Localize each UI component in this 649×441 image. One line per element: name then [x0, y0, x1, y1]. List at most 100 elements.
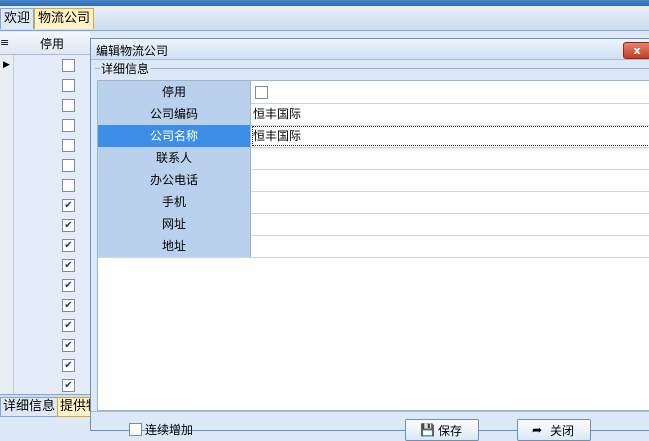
row-indicator[interactable] [0, 115, 14, 135]
row-indicator[interactable] [0, 235, 14, 255]
row-indicator[interactable] [0, 175, 14, 195]
disabled-checkbox-field[interactable] [251, 81, 649, 103]
table-row[interactable]: ✔ [0, 355, 90, 376]
row-indicator[interactable] [0, 95, 14, 115]
checkbox-box[interactable] [255, 86, 268, 99]
checked-checkbox[interactable]: ✔ [62, 339, 75, 352]
form-row: 办公电话 [98, 169, 649, 192]
field-label: 手机 [98, 191, 251, 213]
unchecked-checkbox[interactable] [62, 119, 75, 132]
dialog-footer: 连续增加 💾 保存 ➦ 关闭 [91, 411, 649, 441]
save-icon: 💾 [420, 423, 435, 437]
table-row[interactable] [0, 135, 90, 156]
checked-checkbox[interactable]: ✔ [62, 319, 75, 332]
continuous-add-label: 连续增加 [145, 423, 194, 437]
disabled-cell[interactable]: ✔ [14, 195, 90, 215]
save-button[interactable]: 💾 保存 [405, 419, 479, 441]
disabled-cell[interactable] [14, 155, 90, 175]
table-row[interactable]: ✔ [0, 315, 90, 336]
unchecked-checkbox[interactable] [62, 139, 75, 152]
row-indicator[interactable] [0, 195, 14, 215]
form-row: 公司编码 恒丰国际 [98, 103, 649, 126]
row-indicator[interactable] [0, 315, 14, 335]
checked-checkbox[interactable]: ✔ [62, 279, 75, 292]
disabled-cell[interactable] [14, 75, 90, 95]
disabled-cell[interactable]: ✔ [14, 335, 90, 355]
disabled-cell[interactable] [14, 95, 90, 115]
grid-header: ≡ 停用 [0, 32, 90, 55]
disabled-cell[interactable] [14, 175, 90, 195]
row-indicator[interactable] [0, 275, 14, 295]
bottom-tab-strip: 详细信息 提供物 [0, 394, 96, 417]
disabled-cell[interactable] [14, 115, 90, 135]
row-indicator[interactable] [0, 375, 14, 395]
text-field[interactable]: 恒丰国际 [251, 103, 649, 125]
checked-checkbox[interactable]: ✔ [62, 239, 75, 252]
text-field[interactable] [251, 235, 649, 257]
table-row[interactable]: ✔ [0, 295, 90, 316]
unchecked-checkbox[interactable] [62, 99, 75, 112]
text-field[interactable] [251, 213, 649, 235]
row-indicator[interactable] [0, 75, 14, 95]
unchecked-checkbox[interactable] [62, 179, 75, 192]
row-indicator[interactable] [0, 355, 14, 375]
close-icon[interactable]: x [623, 42, 649, 59]
table-row[interactable] [0, 175, 90, 196]
row-indicator[interactable] [0, 255, 14, 275]
table-row[interactable] [0, 155, 90, 176]
disabled-cell[interactable]: ✔ [14, 295, 90, 315]
table-row[interactable]: ✔ [0, 275, 90, 296]
table-row[interactable]: ✔ [0, 235, 90, 256]
dialog-title-bar[interactable]: 编辑物流公司 x [91, 39, 649, 60]
row-indicator[interactable] [0, 155, 14, 175]
unchecked-checkbox[interactable] [62, 159, 75, 172]
table-row[interactable] [0, 115, 90, 136]
table-row[interactable] [0, 75, 90, 96]
disabled-cell[interactable] [14, 55, 90, 75]
checked-checkbox[interactable]: ✔ [62, 299, 75, 312]
disabled-cell[interactable]: ✔ [14, 375, 90, 395]
menu-icon[interactable]: ≡ [0, 36, 12, 49]
text-field[interactable] [251, 169, 649, 191]
checkbox-box[interactable] [129, 423, 142, 436]
row-indicator[interactable] [0, 135, 14, 155]
unchecked-checkbox[interactable] [62, 59, 75, 72]
row-indicator[interactable] [0, 215, 14, 235]
tab-welcome[interactable]: 欢迎 [0, 8, 35, 29]
disabled-cell[interactable]: ✔ [14, 315, 90, 335]
table-row[interactable]: ✔ [0, 255, 90, 276]
checked-checkbox[interactable]: ✔ [62, 379, 75, 392]
form-row: 地址 [98, 235, 649, 258]
field-label: 公司编码 [98, 103, 251, 125]
close-door-icon: ➦ [532, 423, 543, 437]
column-header-disabled[interactable]: 停用 [40, 35, 64, 52]
checked-checkbox[interactable]: ✔ [62, 259, 75, 272]
text-field[interactable] [251, 191, 649, 213]
table-row[interactable]: ✔ [0, 215, 90, 236]
disabled-cell[interactable]: ✔ [14, 355, 90, 375]
row-indicator[interactable] [0, 335, 14, 355]
table-row[interactable]: ✔ [0, 335, 90, 356]
tab-logistics-company[interactable]: 物流公司 [34, 8, 95, 29]
checked-checkbox[interactable]: ✔ [62, 359, 75, 372]
disabled-cell[interactable]: ✔ [14, 235, 90, 255]
disabled-cell[interactable] [14, 135, 90, 155]
table-row[interactable]: ▶ [0, 55, 90, 76]
current-row-indicator-icon[interactable]: ▶ [0, 55, 14, 75]
row-indicator[interactable] [0, 295, 14, 315]
table-row[interactable]: ✔ [0, 195, 90, 216]
form-row: 停用 [98, 81, 649, 104]
disabled-cell[interactable]: ✔ [14, 215, 90, 235]
save-label: 保存 [438, 424, 463, 438]
table-row[interactable] [0, 95, 90, 116]
disabled-cell[interactable]: ✔ [14, 275, 90, 295]
unchecked-checkbox[interactable] [62, 79, 75, 92]
text-field[interactable]: 恒丰国际 [251, 125, 649, 147]
close-button[interactable]: ➦ 关闭 [517, 419, 591, 441]
text-field[interactable] [251, 147, 649, 169]
checked-checkbox[interactable]: ✔ [62, 199, 75, 212]
disabled-cell[interactable]: ✔ [14, 255, 90, 275]
checked-checkbox[interactable]: ✔ [62, 219, 75, 232]
table-row[interactable]: ✔ [0, 375, 90, 396]
tab-details[interactable]: 详细信息 [0, 397, 58, 417]
